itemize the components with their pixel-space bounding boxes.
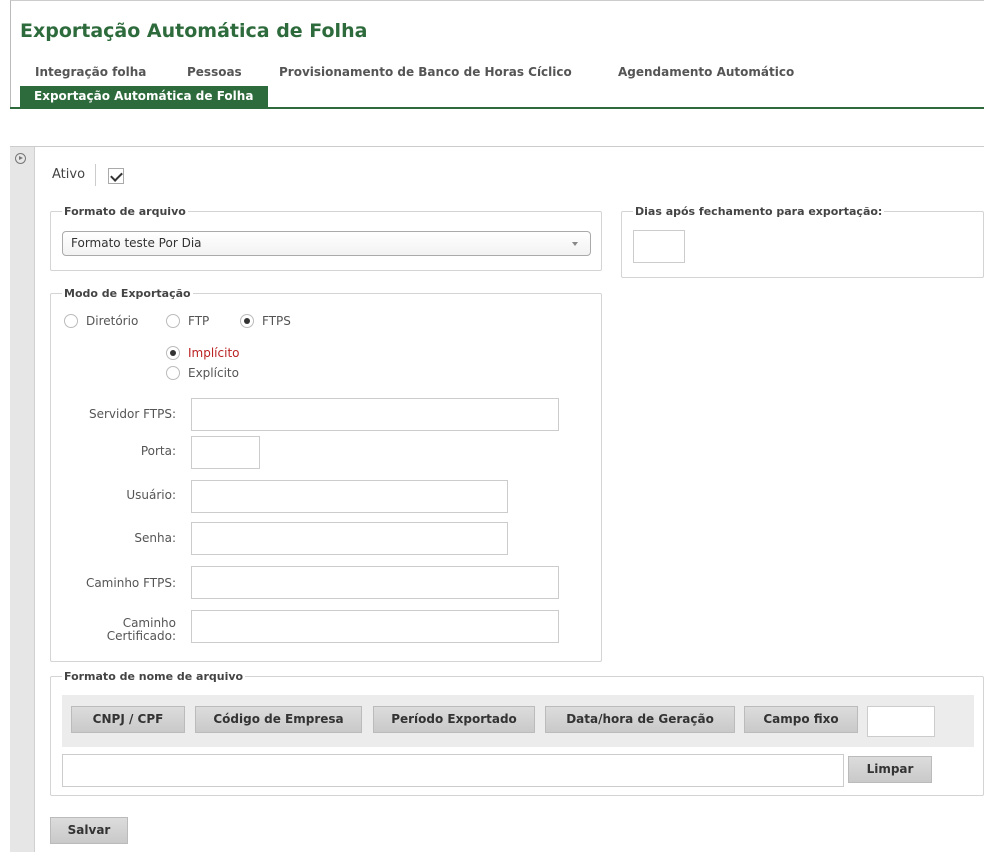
- tab-agendamento[interactable]: Agendamento Automático: [618, 65, 794, 79]
- path-label: Caminho FTPS:: [85, 576, 176, 590]
- tab-integracao-folha[interactable]: Integração folha: [35, 65, 146, 79]
- radio-explicito-label: Explícito: [188, 366, 239, 380]
- file-format-legend: Formato de arquivo: [64, 205, 186, 218]
- tab-content-top: [10, 109, 984, 147]
- filename-preview-input[interactable]: [62, 754, 844, 787]
- cert-path-label: Caminho Certificado:: [106, 616, 176, 643]
- periodo-exportado-button[interactable]: Período Exportado: [373, 706, 535, 733]
- save-button[interactable]: Salvar: [50, 817, 128, 844]
- port-label: Porta:: [140, 444, 176, 458]
- chevron-down-icon: [572, 242, 578, 246]
- export-mode-legend: Modo de Exportação: [64, 287, 191, 300]
- radio-ftps-label: FTPS: [262, 314, 291, 328]
- path-input[interactable]: [191, 566, 559, 599]
- tab-exportacao-active[interactable]: Exportação Automática de Folha: [20, 86, 269, 108]
- file-format-selected: Formato teste Por Dia: [71, 236, 202, 250]
- campo-fixo-button[interactable]: Campo fixo: [744, 706, 858, 733]
- clear-button[interactable]: Limpar: [848, 756, 932, 783]
- cnpj-cpf-button[interactable]: CNPJ / CPF: [71, 706, 185, 733]
- user-label: Usuário:: [126, 488, 176, 502]
- file-format-select[interactable]: Formato teste Por Dia: [62, 231, 591, 256]
- days-after-input[interactable]: [633, 230, 685, 263]
- user-input[interactable]: [191, 480, 508, 513]
- tab-pessoas[interactable]: Pessoas: [187, 65, 242, 79]
- port-input[interactable]: [191, 436, 260, 469]
- radio-ftp-label: FTP: [188, 314, 210, 328]
- collapse-toggle-icon[interactable]: [15, 153, 26, 164]
- cert-path-input[interactable]: [191, 610, 559, 643]
- radio-implicito-label: Implícito: [188, 346, 240, 360]
- filename-format-legend: Formato de nome de arquivo: [64, 670, 244, 683]
- campo-fixo-input[interactable]: [867, 706, 935, 737]
- password-label: Senha:: [134, 531, 176, 545]
- export-mode-group: Modo de Exportação: [50, 287, 602, 662]
- server-label: Servidor FTPS:: [89, 407, 176, 421]
- server-input[interactable]: [191, 398, 559, 431]
- page-title: Exportação Automática de Folha: [20, 20, 368, 42]
- password-input[interactable]: [191, 522, 508, 555]
- days-after-legend: Dias após fechamento para exportação:: [635, 205, 883, 218]
- collapsible-sidebar: [10, 147, 35, 852]
- codigo-empresa-button[interactable]: Código de Empresa: [195, 706, 362, 733]
- data-hora-geracao-button[interactable]: Data/hora de Geração: [545, 706, 735, 733]
- ativo-label: Ativo: [52, 167, 86, 182]
- radio-diretorio[interactable]: [64, 314, 78, 328]
- radio-ftps[interactable]: [240, 314, 254, 328]
- divider: [95, 164, 96, 186]
- radio-implicito[interactable]: [166, 346, 180, 360]
- tab-provisionamento[interactable]: Provisionamento de Banco de Horas Cíclic…: [279, 65, 572, 79]
- radio-ftp[interactable]: [166, 314, 180, 328]
- ativo-checkbox[interactable]: [108, 168, 124, 184]
- radio-diretorio-label: Diretório: [86, 314, 139, 328]
- radio-explicito[interactable]: [166, 366, 180, 380]
